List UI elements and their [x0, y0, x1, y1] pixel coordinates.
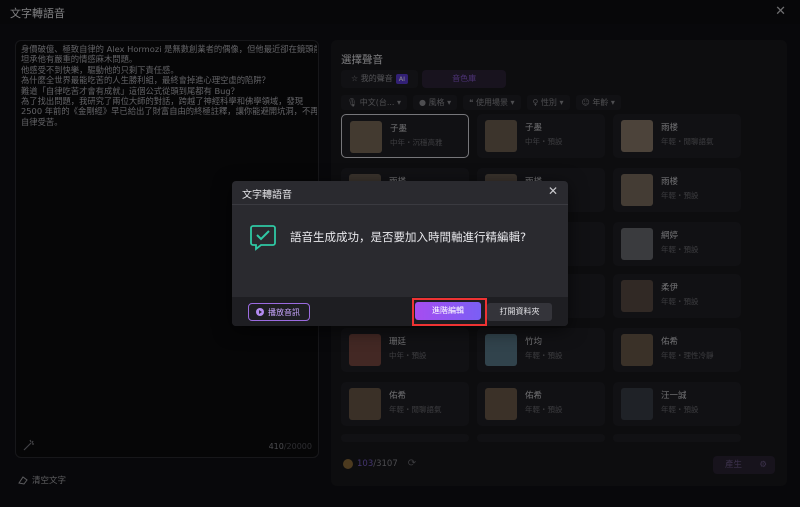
dialog-footer: 播放音訊 進階編輯 打開資料夾 [232, 297, 568, 326]
check-bubble-icon [249, 223, 277, 251]
play-audio-label: 播放音訊 [268, 307, 300, 317]
advanced-edit-button[interactable]: 進階編輯 [415, 302, 481, 320]
dialog-divider [232, 204, 568, 205]
play-icon [256, 308, 264, 316]
dialog-close-icon[interactable]: ✕ [548, 184, 558, 198]
dialog-title: 文字轉語音 [242, 190, 292, 201]
dialog-message: 語音生成成功，是否要加入時間軸進行精編輯? [290, 230, 527, 244]
play-audio-button[interactable]: 播放音訊 [248, 303, 310, 321]
open-folder-button[interactable]: 打開資料夾 [487, 303, 552, 321]
success-dialog: 文字轉語音 ✕ 語音生成成功，是否要加入時間軸進行精編輯? 播放音訊 進階編輯 … [232, 181, 568, 326]
